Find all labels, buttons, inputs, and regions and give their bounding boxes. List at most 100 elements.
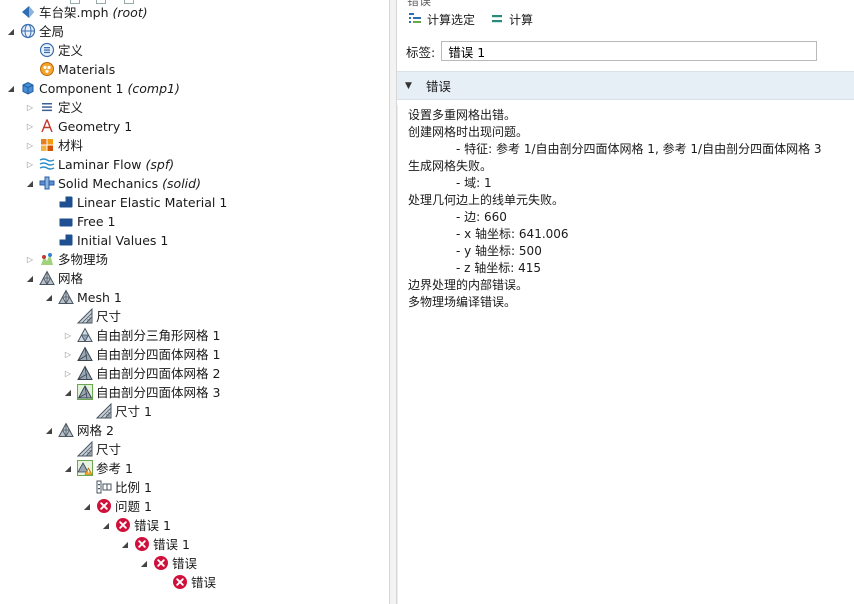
tree-node-comp-definitions[interactable]: ▷ 定义: [25, 98, 83, 117]
tree-node-mesh-1[interactable]: ◢ Mesh 1: [44, 288, 122, 307]
tree-node-label: Materials: [58, 61, 116, 77]
tree-node-mesh-group[interactable]: ◢ 网格: [25, 269, 83, 288]
tree-node-global[interactable]: ◢ 全局: [6, 22, 64, 41]
tree-node-label: 尺寸: [96, 441, 122, 457]
toggle-spacer: [158, 573, 168, 592]
tree-node-free-tetrahedral-3[interactable]: ◢ 自由剖分四面体网格 3: [63, 383, 220, 402]
collapse-toggle-icon[interactable]: ◢: [44, 421, 54, 440]
laminar-flow-icon: [39, 156, 55, 172]
label-row: 标签:: [406, 41, 818, 61]
expand-toggle-icon[interactable]: ▷: [25, 117, 35, 136]
error-message-line: 多物理场编译错误。: [408, 295, 517, 309]
tree-node-comp-materials[interactable]: ▷ 材料: [25, 136, 83, 155]
tree-node-laminar-flow[interactable]: ▷ Laminar Flow (spf): [25, 155, 174, 174]
tree-node-free-tetrahedral-2[interactable]: ▷ 自由剖分四面体网格 2: [63, 364, 220, 383]
tree-node-reference-1[interactable]: ◢ 参考 1: [63, 459, 133, 478]
collapse-toggle-icon[interactable]: ◢: [6, 22, 16, 41]
domain-feature-icon: [58, 194, 74, 210]
tree-node-materials[interactable]: Materials: [25, 60, 115, 79]
model-builder-tree[interactable]: 车台架.mph (root) ◢ 全局 定义 Materials ◢ Component 1(…: [0, 0, 389, 604]
boundary-feature-icon: [58, 213, 74, 229]
error-message-line: - x 轴坐标: 641.006: [456, 227, 569, 241]
build-selected-button[interactable]: 计算选定: [407, 11, 475, 28]
size-icon: [96, 403, 112, 419]
error-message-line: - 特征: 参考 1/自由剖分四面体网格 1, 参考 1/自由剖分四面体网格 3: [456, 142, 822, 156]
build-all-button[interactable]: 计算: [489, 11, 533, 28]
tree-node-root-file[interactable]: 车台架.mph (root): [6, 3, 148, 22]
tree-node-geometry-1[interactable]: ▷ Geometry 1: [25, 117, 132, 136]
tree-node-error-1b[interactable]: ◢ 错误 1: [120, 535, 190, 554]
tree-node-mesh-2[interactable]: ◢ 网格 2: [44, 421, 114, 440]
panel-title: 错误: [407, 0, 432, 8]
tree-node-label: 多物理场: [58, 251, 109, 267]
tree-node-size-2[interactable]: 尺寸: [63, 440, 121, 459]
collapse-toggle-icon[interactable]: ◢: [120, 535, 130, 554]
expand-toggle-icon[interactable]: ▷: [63, 345, 73, 364]
expand-toggle-icon[interactable]: ▷: [63, 364, 73, 383]
tree-node-error-group[interactable]: ◢ 错误: [139, 554, 197, 573]
toggle-spacer: [63, 307, 73, 326]
globe-icon: [20, 23, 36, 39]
tree-node-multiphysics[interactable]: ▷ 多物理场: [25, 250, 108, 269]
toggle-spacer: [6, 3, 16, 22]
error-message-area: 设置多重网格出错。 创建网格时出现问题。 - 特征: 参考 1/自由剖分四面体网格 …: [397, 105, 854, 604]
tree-node-error-leaf[interactable]: 错误: [158, 573, 216, 592]
error-message-line: 设置多重网格出错。: [408, 108, 517, 122]
tree-node-initial-values-1[interactable]: Initial Values 1: [44, 231, 168, 250]
collapse-toggle-icon[interactable]: ◢: [25, 174, 35, 193]
tree-node-error-1a[interactable]: ◢ 错误 1: [101, 516, 171, 535]
tree-node-label: Initial Values 1: [77, 232, 169, 248]
collapse-toggle-icon[interactable]: ◢: [139, 554, 149, 573]
tree-node-size-1a[interactable]: 尺寸: [63, 307, 121, 326]
tree-node-tag: (spf): [145, 156, 175, 172]
collapse-toggle-icon[interactable]: ◢: [63, 459, 73, 478]
tree-node-label: Solid Mechanics: [58, 175, 159, 191]
collapse-toggle-icon[interactable]: ◢: [82, 497, 92, 516]
expand-toggle-icon[interactable]: ▷: [63, 326, 73, 345]
error-message-line: 创建网格时出现问题。: [408, 125, 529, 139]
tree-node-label: 错误 1: [134, 517, 171, 533]
size-icon: [77, 308, 93, 324]
tree-node-component-1[interactable]: ◢ Component 1 (comp1): [6, 79, 180, 98]
collapse-toggle-icon[interactable]: ◢: [6, 79, 16, 98]
tree-node-size-1b[interactable]: 尺寸 1: [82, 402, 152, 421]
expand-toggle-icon[interactable]: ▷: [25, 136, 35, 155]
expand-toggle-icon[interactable]: ▷: [25, 155, 35, 174]
section-collapse-icon[interactable]: ▼: [405, 81, 412, 91]
collapse-toggle-icon[interactable]: ◢: [63, 383, 73, 402]
tree-node-free-triangular-1[interactable]: ▷ 自由剖分三角形网格 1: [63, 326, 220, 345]
tree-node-scale-1[interactable]: 比例 1: [82, 478, 152, 497]
error-section-header[interactable]: ▼ 错误: [397, 71, 854, 100]
free-tetrahedral-active-icon: [77, 384, 93, 400]
solid-mechanics-icon: [39, 175, 55, 191]
tree-node-linear-elastic-material-1[interactable]: Linear Elastic Material 1: [44, 193, 227, 212]
error-icon: [153, 555, 169, 571]
tree-node-label: 比例 1: [115, 479, 152, 495]
label-field[interactable]: [441, 41, 818, 61]
error-message-line: 处理几何边上的线单元失败。: [408, 193, 565, 207]
tree-node-global-definitions[interactable]: 定义: [25, 41, 83, 60]
tree-node-label: 材料: [58, 137, 84, 153]
geometry-icon: [39, 118, 55, 134]
tree-node-solid-mechanics[interactable]: ◢ Solid Mechanics (solid): [25, 174, 201, 193]
toggle-spacer: [63, 440, 73, 459]
tree-node-label: 网格: [58, 270, 84, 286]
tree-node-problem-1[interactable]: ◢ 问题 1: [82, 497, 152, 516]
section-title: 错误: [425, 79, 451, 94]
expand-toggle-icon[interactable]: ▷: [25, 250, 35, 269]
tree-node-label: 全局: [39, 23, 65, 39]
collapse-toggle-icon[interactable]: ◢: [25, 269, 35, 288]
tree-node-label: Laminar Flow: [58, 156, 142, 172]
tree-node-tag: (comp1): [127, 80, 180, 96]
pane-splitter[interactable]: [389, 0, 397, 604]
tree-node-tag: (root): [112, 4, 148, 20]
expand-toggle-icon[interactable]: ▷: [25, 98, 35, 117]
collapse-toggle-icon[interactable]: ◢: [44, 288, 54, 307]
toggle-spacer: [44, 212, 54, 231]
material-blocks-icon: [39, 137, 55, 153]
free-triangular-icon: [77, 327, 93, 343]
collapse-toggle-icon[interactable]: ◢: [101, 516, 111, 535]
error-message-line: 生成网格失败。: [408, 159, 493, 173]
tree-node-free-1[interactable]: Free 1: [44, 212, 115, 231]
tree-node-free-tetrahedral-1[interactable]: ▷ 自由剖分四面体网格 1: [63, 345, 220, 364]
